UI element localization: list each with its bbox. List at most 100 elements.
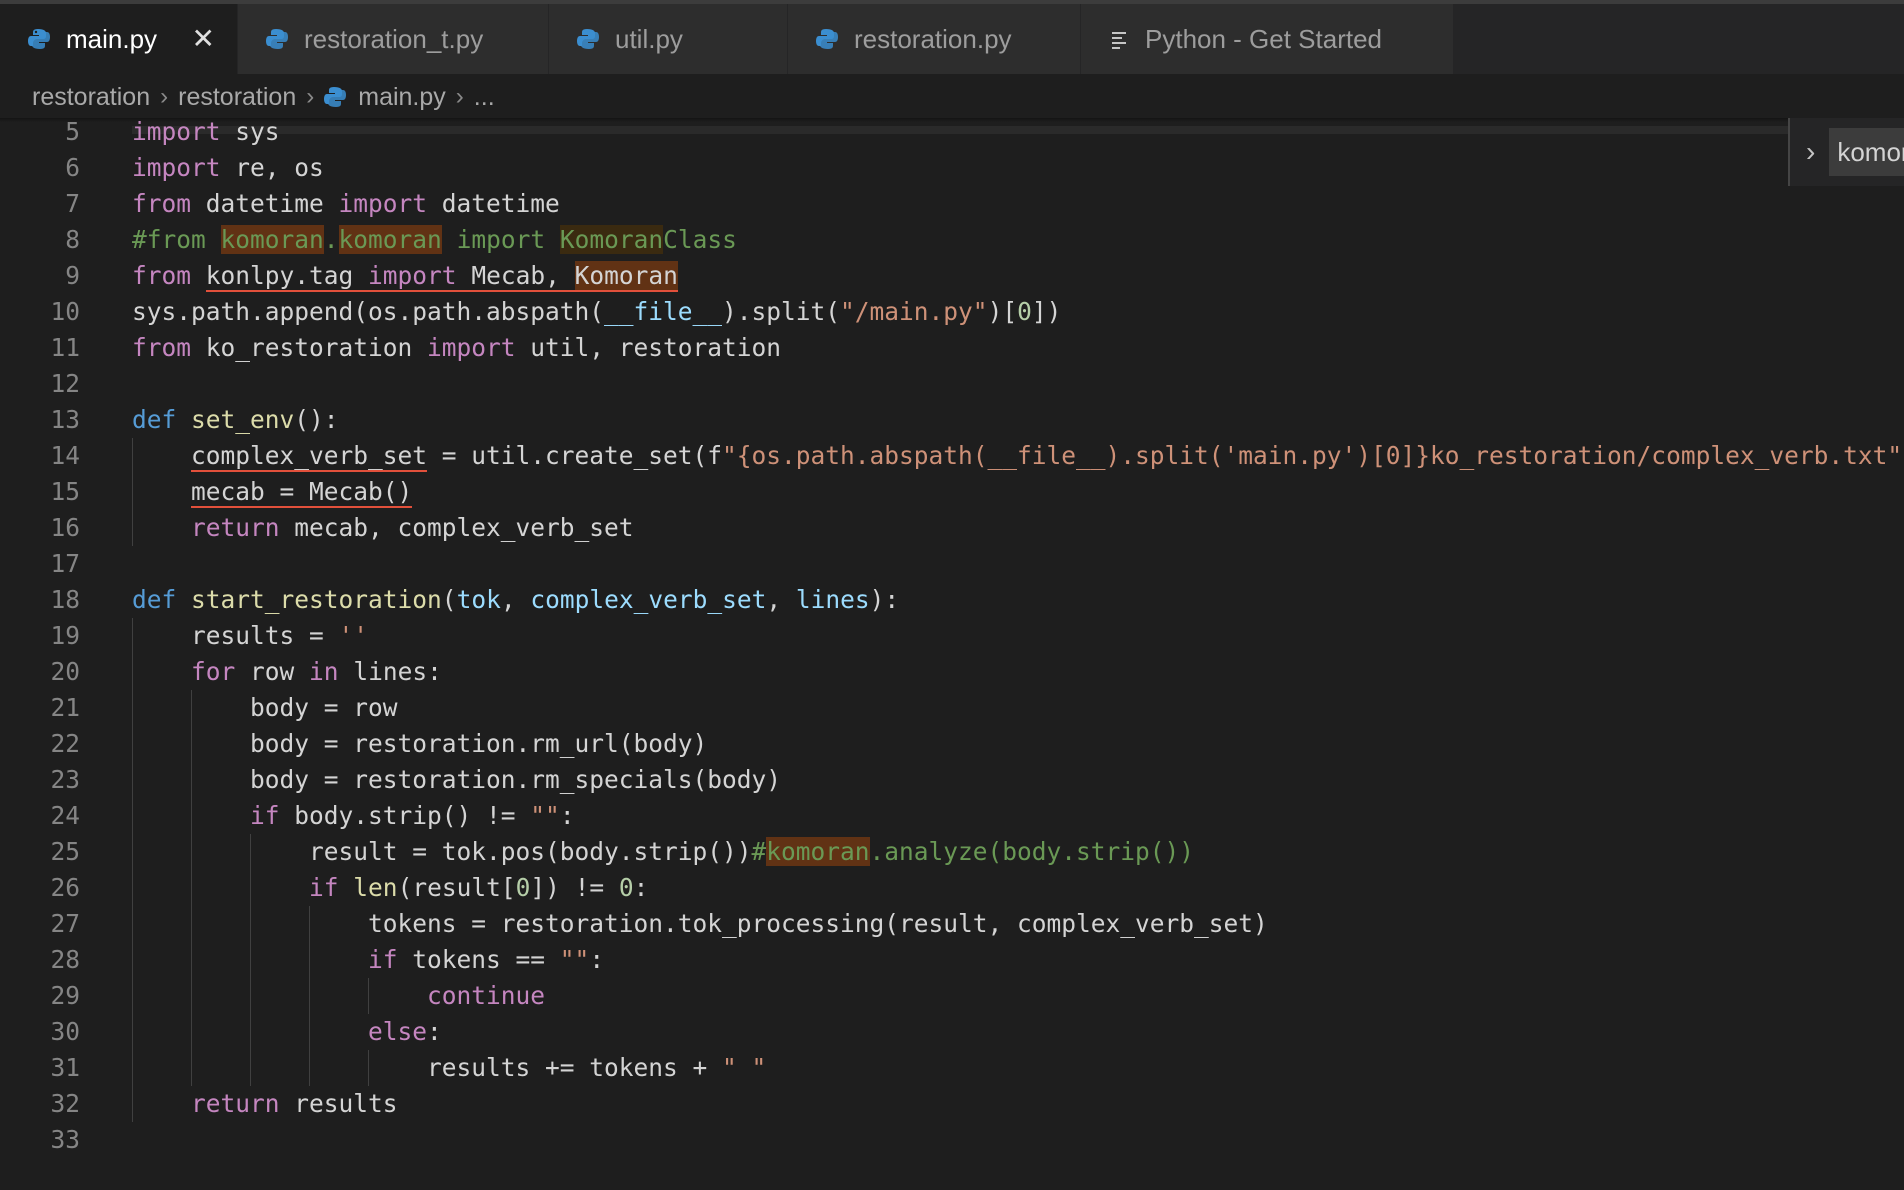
line-number: 7 [65, 189, 80, 218]
code-line[interactable]: 9 from konlpy.tag import Mecab, Komoran [0, 258, 1904, 294]
tab-label: restoration_t.py [304, 23, 484, 54]
line-number: 33 [50, 1125, 80, 1154]
code-line[interactable]: 7 from datetime import datetime [0, 186, 1904, 222]
code-line[interactable]: 29 continue [0, 978, 1904, 1014]
code-line[interactable]: 20 for row in lines: [0, 654, 1904, 690]
line-code: #from komoran.komoran import KomoranClas… [132, 225, 737, 254]
line-code: from konlpy.tag import Mecab, Komoran [132, 261, 678, 292]
line-number: 15 [50, 477, 80, 506]
code-line[interactable]: 16 return mecab, complex_verb_set [0, 510, 1904, 546]
tab-python-get-started[interactable]: Python - Get Started [1081, 4, 1454, 74]
line-code: return results [191, 1089, 398, 1118]
code-line[interactable]: 5 import sys [0, 114, 1904, 150]
tab-restoration-t-py[interactable]: restoration_t.py [238, 4, 549, 74]
line-number: 14 [50, 441, 80, 470]
code-line[interactable]: 28 if tokens == "": [0, 942, 1904, 978]
line-number: 26 [50, 873, 80, 902]
code-line[interactable]: 33 [0, 1122, 1904, 1158]
code-line[interactable]: 6 import re, os [0, 150, 1904, 186]
python-icon [324, 87, 347, 107]
line-number: 20 [50, 657, 80, 686]
python-icon [577, 29, 599, 49]
line-number: 23 [50, 765, 80, 794]
code-line[interactable]: 13 def set_env(): [0, 402, 1904, 438]
breadcrumb-file[interactable]: main.py [358, 83, 446, 112]
line-number: 5 [65, 117, 80, 146]
code-line[interactable]: 26 if len(result[0]) != 0: [0, 870, 1904, 906]
code-line[interactable]: 12 [0, 366, 1904, 402]
breadcrumb-more[interactable]: ... [474, 83, 495, 112]
line-code: mecab = Mecab() [191, 477, 413, 508]
line-code: for row in lines: [191, 657, 442, 686]
chevron-right-icon[interactable]: › [1806, 136, 1815, 168]
code-line[interactable]: 23 body = restoration.rm_specials(body) [0, 762, 1904, 798]
breadcrumb-folder[interactable]: restoration [32, 83, 150, 112]
indent-guide [367, 978, 369, 1014]
close-icon[interactable]: ✕ [192, 25, 215, 53]
line-number: 13 [50, 405, 80, 434]
find-widget[interactable]: › komoran [1788, 118, 1904, 186]
code-line[interactable]: 31 results += tokens + " " [0, 1050, 1904, 1086]
tab-label: Python - Get Started [1145, 23, 1383, 54]
code-line[interactable]: 14 complex_verb_set = util.create_set(f"… [0, 438, 1904, 474]
line-number: 29 [50, 981, 80, 1010]
line-code: if body.strip() != "": [250, 801, 575, 830]
code-line[interactable]: 10 sys.path.append(os.path.abspath(__file… [0, 294, 1904, 330]
code-line[interactable]: 17 [0, 546, 1904, 582]
line-number: 10 [50, 297, 80, 326]
line-code: sys.path.append(os.path.abspath(__file__… [132, 297, 1062, 326]
indent-guide [132, 438, 133, 546]
line-code: import re, os [132, 153, 324, 182]
code-line[interactable]: 27 tokens = restoration.tok_processing(r… [0, 906, 1904, 942]
code-line[interactable]: 30 else: [0, 1014, 1904, 1050]
line-code: return mecab, complex_verb_set [191, 513, 634, 542]
line-number: 28 [50, 945, 80, 974]
line-number: 6 [65, 153, 80, 182]
code-line[interactable]: 22 body = restoration.rm_url(body) [0, 726, 1904, 762]
code-line[interactable]: 32 return results [0, 1086, 1904, 1122]
code-line[interactable]: 15 mecab = Mecab() [0, 474, 1904, 510]
line-number: 18 [50, 585, 80, 614]
code-line[interactable]: 8 #from komoran.komoran import KomoranCla… [0, 222, 1904, 258]
code-line[interactable]: 24 if body.strip() != "": [0, 798, 1904, 834]
line-code: continue [427, 981, 546, 1010]
find-input[interactable]: komoran [1829, 128, 1904, 176]
line-code: body = restoration.rm_specials(body) [132, 765, 782, 794]
code-line[interactable]: 18 def start_restoration(tok, complex_ver… [0, 582, 1904, 618]
line-code: else: [368, 1017, 442, 1046]
line-code: def start_restoration(tok, complex_verb_… [132, 585, 900, 614]
code-line[interactable]: 19 results = '' [0, 618, 1904, 654]
indent-guide [132, 618, 133, 1122]
python-icon [266, 29, 288, 49]
indent-guide [367, 1050, 369, 1086]
line-number: 27 [50, 909, 80, 938]
tab-restoration-py[interactable]: restoration.py [788, 4, 1081, 74]
python-icon [816, 29, 838, 49]
line-code: body = restoration.rm_url(body) [132, 729, 708, 758]
line-number: 25 [50, 837, 80, 866]
line-number: 17 [50, 549, 80, 578]
line-code: from ko_restoration import util, restora… [132, 333, 782, 362]
tab-bar: main.py ✕ restoration_t.py util.py resto… [0, 4, 1904, 74]
tab-util-py[interactable]: util.py [549, 4, 788, 74]
indent-guide [249, 834, 251, 1086]
line-code: if len(result[0]) != 0: [309, 873, 649, 902]
code-line[interactable]: 11 from ko_restoration import util, resto… [0, 330, 1904, 366]
line-number: 8 [65, 225, 80, 254]
code-line[interactable]: 21 body = row [0, 690, 1904, 726]
line-number: 32 [50, 1089, 80, 1118]
tab-main-py[interactable]: main.py ✕ [0, 4, 238, 74]
line-code: tokens = restoration.tok_processing(resu… [132, 909, 1268, 938]
breadcrumb-folder[interactable]: restoration [178, 83, 296, 112]
line-number: 9 [65, 261, 80, 290]
line-number: 19 [50, 621, 80, 650]
line-number: 11 [50, 333, 80, 362]
tab-label: main.py [66, 23, 158, 54]
tab-label: util.py [615, 23, 683, 54]
chevron-right-icon: › [455, 83, 464, 110]
code-editor[interactable]: 5 import sys 6 import re, os 7 from datetime … [0, 117, 1904, 1190]
line-number: 12 [50, 369, 80, 398]
code-line[interactable]: 25 result = tok.pos(body.strip())#komora… [0, 834, 1904, 870]
line-code: results += tokens + " " [132, 1053, 767, 1082]
line-code: import sys [132, 117, 280, 146]
